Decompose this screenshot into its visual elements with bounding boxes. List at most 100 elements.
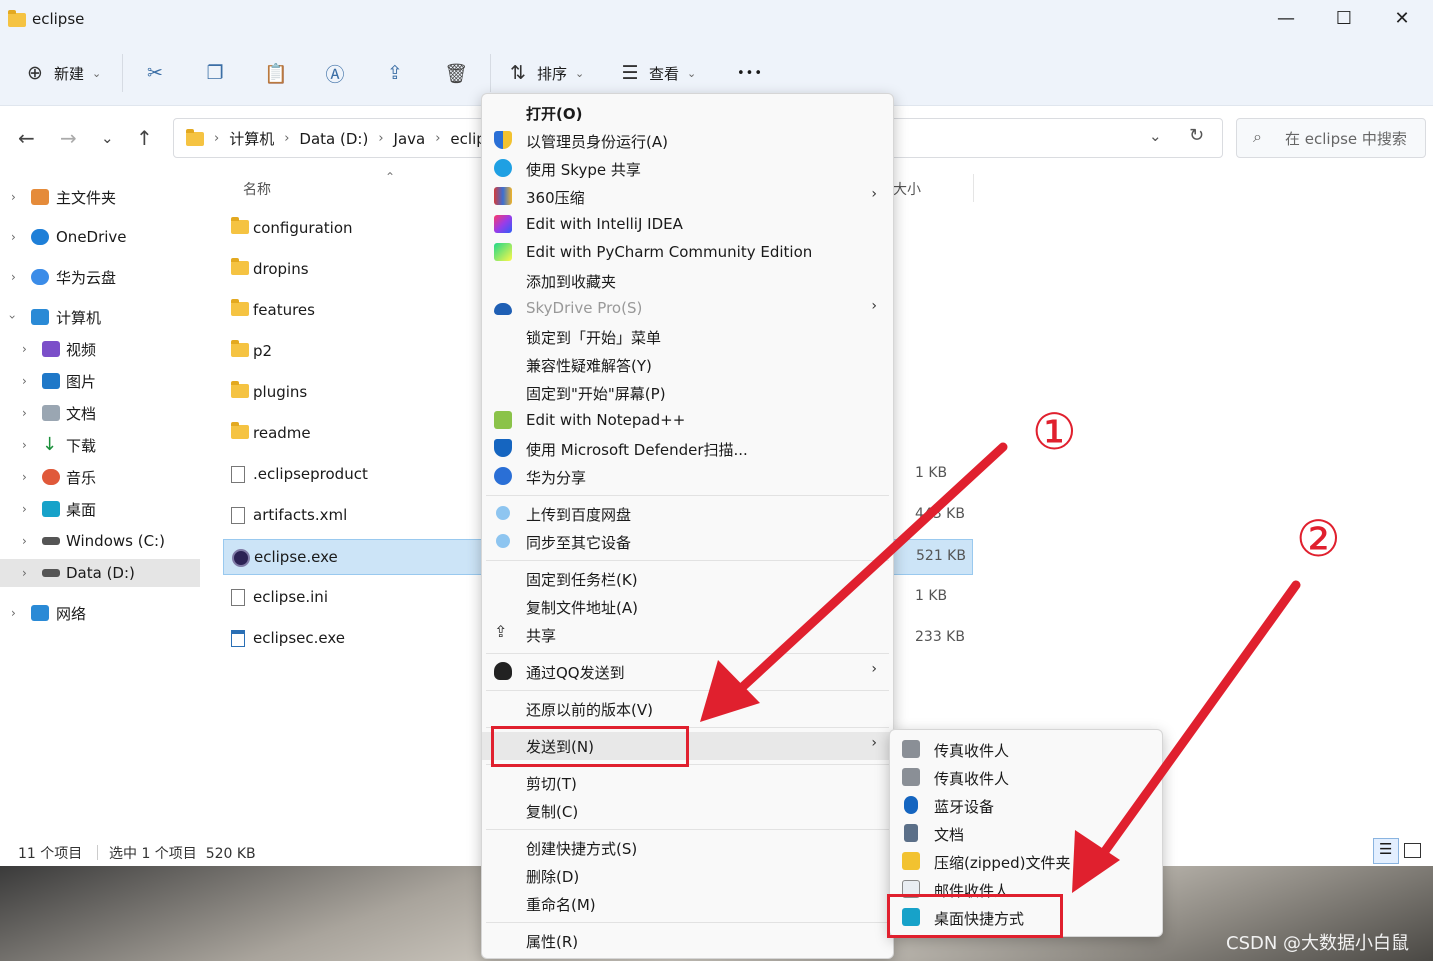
rename-button[interactable]: Ⓐ [324,58,346,88]
refresh-icon[interactable]: ↻ [1189,125,1204,146]
tiles-view-icon[interactable] [1404,843,1421,858]
menu-item-share[interactable]: ⇪ 共享 [482,621,893,649]
more-button[interactable]: ••• [737,58,763,88]
sidebar-item-data-d[interactable]: › Data (D:) [0,559,200,587]
chevron-right-icon[interactable]: › [22,374,27,388]
menu-item-sync-devices[interactable]: 同步至其它设备 [482,528,893,556]
sidebar-item-network[interactable]: › 网络 [0,599,200,627]
address-dropdown-icon[interactable]: ⌄ [1149,127,1162,145]
menu-item-run-as-admin[interactable]: 以管理员身份运行(A) [482,127,893,155]
menu-label: 添加到收藏夹 [526,273,617,291]
menu-item-compatibility[interactable]: 兼容性疑难解答(Y) [482,351,893,379]
column-header-name[interactable]: 名称 [243,179,271,199]
sort-button[interactable]: ⇅ 排序 ⌄ [507,58,584,88]
sidebar-label: 计算机 [56,308,102,327]
maximize-button[interactable]: ☐ [1315,0,1373,40]
view-button[interactable]: ☰ 查看 ⌄ [619,58,696,88]
cut-button[interactable]: ✂ [144,58,166,88]
paste-button[interactable]: 📋 [264,58,288,88]
chevron-right-icon[interactable]: › [22,470,27,484]
sidebar-item-home[interactable]: › 主文件夹 [0,183,200,211]
sidebar-item-desktop[interactable]: › 桌面 [0,495,200,523]
recent-chevron-icon[interactable]: ⌄ [101,129,114,147]
copy-button[interactable]: ❐ [204,58,226,88]
view-list-icon: ☰ [621,62,639,84]
menu-item-skydrive-pro[interactable]: SkyDrive Pro(S) › [482,295,893,323]
chevron-right-icon[interactable]: › [11,606,16,620]
menu-item-rename[interactable]: 重命名(M) [482,890,893,918]
forward-arrow-icon[interactable]: → [60,126,77,150]
submenu-item-bluetooth[interactable]: 蓝牙设备 [890,792,1162,820]
menu-item-intellij[interactable]: Edit with IntelliJ IDEA [482,211,893,239]
menu-item-create-shortcut[interactable]: 创建快捷方式(S) [482,834,893,862]
crumb-java[interactable]: Java [394,130,426,148]
sidebar-item-huawei-cloud[interactable]: › 华为云盘 [0,263,200,291]
file-size: 443 KB [915,506,965,522]
chevron-right-icon[interactable]: › [22,534,27,548]
sidebar-item-documents[interactable]: › 文档 [0,399,200,427]
search-box[interactable]: ⌕ 在 eclipse 中搜索 [1236,118,1426,158]
sidebar-item-music[interactable]: › 音乐 [0,463,200,491]
minimize-button[interactable]: — [1257,0,1315,40]
breadcrumb: › 计算机 › Data (D:) › Java › eclip [186,128,486,149]
sidebar-label: 下载 [66,436,97,455]
chevron-right-icon[interactable]: › [22,406,27,420]
menu-item-send-qq[interactable]: 通过QQ发送到 › [482,658,893,686]
submenu-item-documents[interactable]: 文档 [890,820,1162,848]
menu-item-add-favorites[interactable]: 添加到收藏夹 [482,267,893,295]
menu-item-baidu-upload[interactable]: 上传到百度网盘 [482,500,893,528]
file-size: 1 KB [915,588,948,604]
close-button[interactable]: ✕ [1373,0,1431,40]
chevron-right-icon[interactable]: › [22,438,27,452]
menu-item-notepad-plus[interactable]: Edit with Notepad++ [482,407,893,435]
sidebar-item-videos[interactable]: › 视频 [0,335,200,363]
sort-label: 排序 [537,64,568,83]
crumb-data-d[interactable]: Data (D:) [299,130,368,148]
sidebar-item-pictures[interactable]: › 图片 [0,367,200,395]
sidebar-item-windows-c[interactable]: › Windows (C:) [0,527,200,555]
menu-label: 压缩(zipped)文件夹 [934,854,1071,872]
sidebar-item-onedrive[interactable]: › OneDrive [0,223,200,251]
chevron-right-icon[interactable]: › [22,566,27,580]
menu-item-defender-scan[interactable]: 使用 Microsoft Defender扫描... [482,435,893,463]
defender-shield-icon [494,439,512,457]
menu-item-copy[interactable]: 复制(C) [482,797,893,825]
menu-item-skype-share[interactable]: 使用 Skype 共享 [482,155,893,183]
chevron-right-icon[interactable]: › [22,502,27,516]
sidebar-item-downloads[interactable]: › ↓ 下载 [0,431,200,459]
submenu-item-fax[interactable]: 传真收件人 [890,764,1162,792]
chevron-right-icon[interactable]: › [11,270,16,284]
new-button[interactable]: ⊕ 新建 ⌄ [24,58,101,88]
menu-item-pin-start-menu[interactable]: 锁定到「开始」菜单 [482,323,893,351]
chevron-down-icon[interactable]: › [5,315,19,320]
delete-button[interactable]: 🗑 [444,58,468,88]
chevron-right-icon[interactable]: › [22,342,27,356]
menu-item-pin-taskbar[interactable]: 固定到任务栏(K) [482,565,893,593]
menu-item-open[interactable]: 打开(O) [482,99,893,127]
details-view-button[interactable]: ☰ [1373,838,1399,864]
menu-item-pin-start-screen[interactable]: 固定到"开始"屏幕(P) [482,379,893,407]
up-arrow-icon[interactable]: ↑ [136,126,153,150]
menu-item-copy-path[interactable]: 复制文件地址(A) [482,593,893,621]
menu-item-360-compress[interactable]: 360压缩 › [482,183,893,211]
menu-label: 属性(R) [526,933,579,951]
file-name: artifacts.xml [253,506,348,524]
sidebar-label: 主文件夹 [56,188,117,207]
menu-item-cut[interactable]: 剪切(T) [482,769,893,797]
column-header-size[interactable]: 大小 [893,179,921,199]
submenu-item-zip[interactable]: 压缩(zipped)文件夹 [890,848,1162,876]
folder-icon [231,340,249,357]
menu-item-delete[interactable]: 删除(D) [482,862,893,890]
sidebar-item-computer[interactable]: › 计算机 [0,303,200,331]
menu-item-restore-versions[interactable]: 还原以前的版本(V) [482,695,893,723]
share-button[interactable]: ⇪ [384,58,406,88]
back-arrow-icon[interactable]: ← [18,126,35,150]
menu-item-pycharm[interactable]: Edit with PyCharm Community Edition [482,239,893,267]
chevron-right-icon[interactable]: › [11,230,16,244]
chevron-right-icon[interactable]: › [11,190,16,204]
crumb-computer[interactable]: 计算机 [229,128,274,149]
submenu-item-fax[interactable]: 传真收件人 [890,736,1162,764]
menu-label: 剪切(T) [526,775,577,793]
menu-item-properties[interactable]: 属性(R) [482,927,893,955]
menu-item-huawei-share[interactable]: 华为分享 [482,463,893,491]
